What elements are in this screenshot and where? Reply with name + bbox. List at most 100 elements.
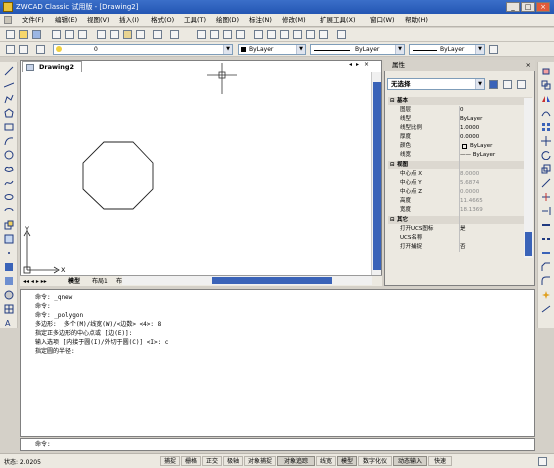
dynamic-input-toggle[interactable]: 动态输入	[393, 456, 427, 466]
tab-model[interactable]: 模型	[68, 277, 80, 286]
circle-icon[interactable]	[4, 150, 14, 160]
minimize-button[interactable]: _	[506, 2, 520, 12]
paste-icon[interactable]	[123, 30, 132, 39]
ortho-toggle[interactable]: 正交	[202, 456, 222, 466]
copy-icon[interactable]	[110, 30, 119, 39]
category-basic[interactable]: ⊟ 基本	[388, 97, 532, 105]
redo-icon[interactable]	[170, 30, 179, 39]
drawing-vertical-scrollbar[interactable]	[371, 72, 381, 277]
lengthen-icon[interactable]	[541, 304, 551, 314]
new-file-icon[interactable]	[6, 30, 15, 39]
menu-draw[interactable]: 绘图(D)	[216, 16, 239, 25]
tray-settings-icon[interactable]	[538, 457, 547, 466]
ellipse-arc-icon[interactable]	[4, 206, 14, 216]
menu-window[interactable]: 窗口(W)	[370, 16, 395, 25]
tab-layout1[interactable]: 布局1	[92, 277, 108, 286]
tab-next-icon[interactable]: ▸	[356, 61, 359, 68]
scale-icon[interactable]	[541, 164, 551, 174]
extend-icon[interactable]	[541, 206, 551, 216]
rectangle-icon[interactable]	[4, 122, 14, 132]
doc-icon[interactable]	[4, 16, 12, 24]
property-row[interactable]: 厚度 0.0000	[388, 133, 532, 141]
select-objects-icon[interactable]	[503, 80, 512, 89]
hatch-icon[interactable]	[4, 262, 14, 272]
make-block-icon[interactable]	[4, 234, 14, 244]
property-row[interactable]: 线型比例 1.0000	[388, 124, 532, 132]
calculator-icon[interactable]	[319, 30, 328, 39]
join-icon[interactable]	[541, 248, 551, 258]
property-row[interactable]: 打开UCS图标是	[388, 225, 532, 233]
sheet-set-icon[interactable]	[293, 30, 302, 39]
quick-select-icon[interactable]	[517, 80, 526, 89]
properties-scroll-thumb[interactable]	[525, 232, 532, 256]
properties-icon[interactable]	[254, 30, 263, 39]
layer-previous-icon[interactable]	[36, 45, 45, 54]
quick-properties-toggle[interactable]: 快速	[428, 456, 452, 466]
stretch-icon[interactable]	[541, 178, 551, 188]
open-file-icon[interactable]	[19, 30, 28, 39]
polygon-icon[interactable]	[4, 108, 14, 118]
property-row[interactable]: 打开捕捉否	[388, 243, 532, 251]
layer-dropdown[interactable]: 0 ▼	[53, 44, 233, 55]
publish-icon[interactable]	[78, 30, 87, 39]
layer-state-icon[interactable]	[19, 45, 28, 54]
match-properties-icon[interactable]	[136, 30, 145, 39]
menu-dimension[interactable]: 标注(N)	[249, 16, 272, 25]
model-toggle[interactable]: 模型	[337, 456, 357, 466]
table-icon[interactable]	[4, 304, 14, 314]
category-view[interactable]: ⊟ 视图	[388, 161, 532, 169]
property-row[interactable]: 中心点 Y 5.6874	[388, 179, 532, 187]
cloud-icon[interactable]	[4, 164, 14, 174]
insert-block-icon[interactable]	[4, 220, 14, 230]
close-button[interactable]: ×	[536, 2, 550, 12]
menu-extend-tools[interactable]: 扩展工具(X)	[320, 16, 356, 25]
menu-format[interactable]: 格式(O)	[151, 16, 174, 25]
otrack-toggle[interactable]: 对象追踪	[277, 456, 315, 466]
property-row[interactable]: 中心点 X 8.0000	[388, 170, 532, 178]
menu-edit[interactable]: 编辑(E)	[55, 16, 77, 25]
print-icon[interactable]	[52, 30, 61, 39]
property-row[interactable]: 中心点 Z 0.0000	[388, 188, 532, 196]
mirror-icon[interactable]	[541, 94, 551, 104]
lineweight-toggle[interactable]: 线宽	[316, 456, 336, 466]
snap-toggle[interactable]: 捕捉	[160, 456, 180, 466]
spline-icon[interactable]	[4, 178, 14, 188]
multiline-text-icon[interactable]: A	[4, 318, 14, 328]
octagon-shape[interactable]	[82, 141, 154, 210]
category-misc[interactable]: ⊟ 其它	[388, 216, 532, 224]
tab-prev-icon[interactable]: ◂	[349, 61, 352, 68]
grid-toggle[interactable]: 栅格	[181, 456, 201, 466]
gradient-icon[interactable]	[4, 276, 14, 286]
explode-icon[interactable]	[541, 290, 551, 300]
region-icon[interactable]	[4, 290, 14, 300]
collapse-icon[interactable]: ⊟	[390, 97, 395, 105]
panel-close-icon[interactable]: ×	[526, 60, 531, 71]
drawing-canvas[interactable]: Y X	[20, 60, 382, 286]
collapse-icon[interactable]: ⊟	[390, 216, 395, 224]
layout-nav-arrows[interactable]: ◂◂ ◂ ▸ ▸▸	[23, 277, 47, 286]
copy-object-icon[interactable]	[541, 80, 551, 90]
point-icon[interactable]	[4, 248, 14, 258]
horizontal-scroll-thumb[interactable]	[212, 277, 332, 284]
help-icon[interactable]	[337, 30, 346, 39]
erase-icon[interactable]	[541, 66, 551, 76]
menu-modify[interactable]: 修改(M)	[282, 16, 306, 25]
tool-palette-icon[interactable]	[280, 30, 289, 39]
undo-icon[interactable]	[153, 30, 162, 39]
ellipse-icon[interactable]	[4, 192, 14, 202]
property-row[interactable]: 线型 ByLayer	[388, 115, 532, 123]
rotate-icon[interactable]	[541, 150, 551, 160]
vertical-scroll-thumb[interactable]	[373, 82, 381, 270]
break-at-point-icon[interactable]	[541, 220, 551, 230]
color-dropdown[interactable]: ByLayer ▼	[238, 44, 306, 55]
menu-help[interactable]: 帮助(H)	[405, 16, 428, 25]
command-input[interactable]: 命令:	[20, 438, 535, 451]
properties-scrollbar[interactable]	[524, 98, 533, 258]
print-preview-icon[interactable]	[65, 30, 74, 39]
pan-icon[interactable]	[197, 30, 206, 39]
polar-toggle[interactable]: 极轴	[223, 456, 243, 466]
zoom-previous-icon[interactable]	[236, 30, 245, 39]
property-row[interactable]: 线宽 —— ByLayer	[388, 151, 532, 159]
cut-icon[interactable]	[97, 30, 106, 39]
layer-manager-icon[interactable]	[6, 45, 15, 54]
